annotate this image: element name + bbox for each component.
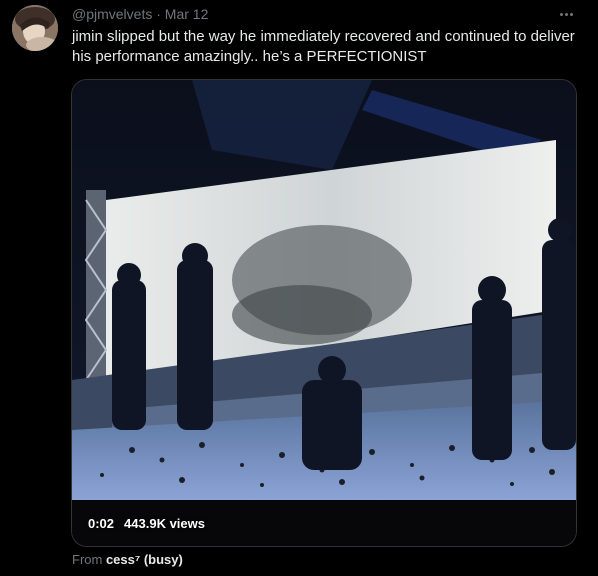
video-timestamp: 0:02 bbox=[88, 516, 115, 531]
more-icon[interactable] bbox=[556, 6, 576, 22]
tweet-date[interactable]: Mar 12 bbox=[165, 6, 209, 22]
attribution-author[interactable]: cess⁷ (busy) bbox=[106, 552, 183, 567]
video-overlay: 0:02 443.9K views bbox=[88, 516, 205, 531]
user-handle[interactable]: @pjmvelvets bbox=[72, 6, 152, 22]
video-frame bbox=[72, 80, 576, 546]
header-separator: · bbox=[152, 6, 165, 22]
tweet: @pjmvelvets · Mar 12 jimin slipped but t… bbox=[0, 0, 598, 576]
tweet-header: @pjmvelvets · Mar 12 bbox=[72, 6, 208, 22]
video-view-count: 443.9K views bbox=[124, 516, 205, 531]
tweet-text: jimin slipped but the way he immediately… bbox=[72, 27, 582, 67]
tweet-text-line-1: jimin slipped but the way he immediately… bbox=[72, 28, 575, 45]
video-player[interactable]: 0:02 443.9K views bbox=[71, 79, 577, 547]
avatar-image bbox=[12, 5, 58, 51]
tweet-text-line-2: his performance amazingly.. he’s a PERFE… bbox=[72, 48, 427, 65]
media-attribution: From cess⁷ (busy) bbox=[72, 552, 183, 567]
attribution-prefix: From bbox=[72, 552, 106, 567]
avatar[interactable] bbox=[12, 5, 58, 51]
